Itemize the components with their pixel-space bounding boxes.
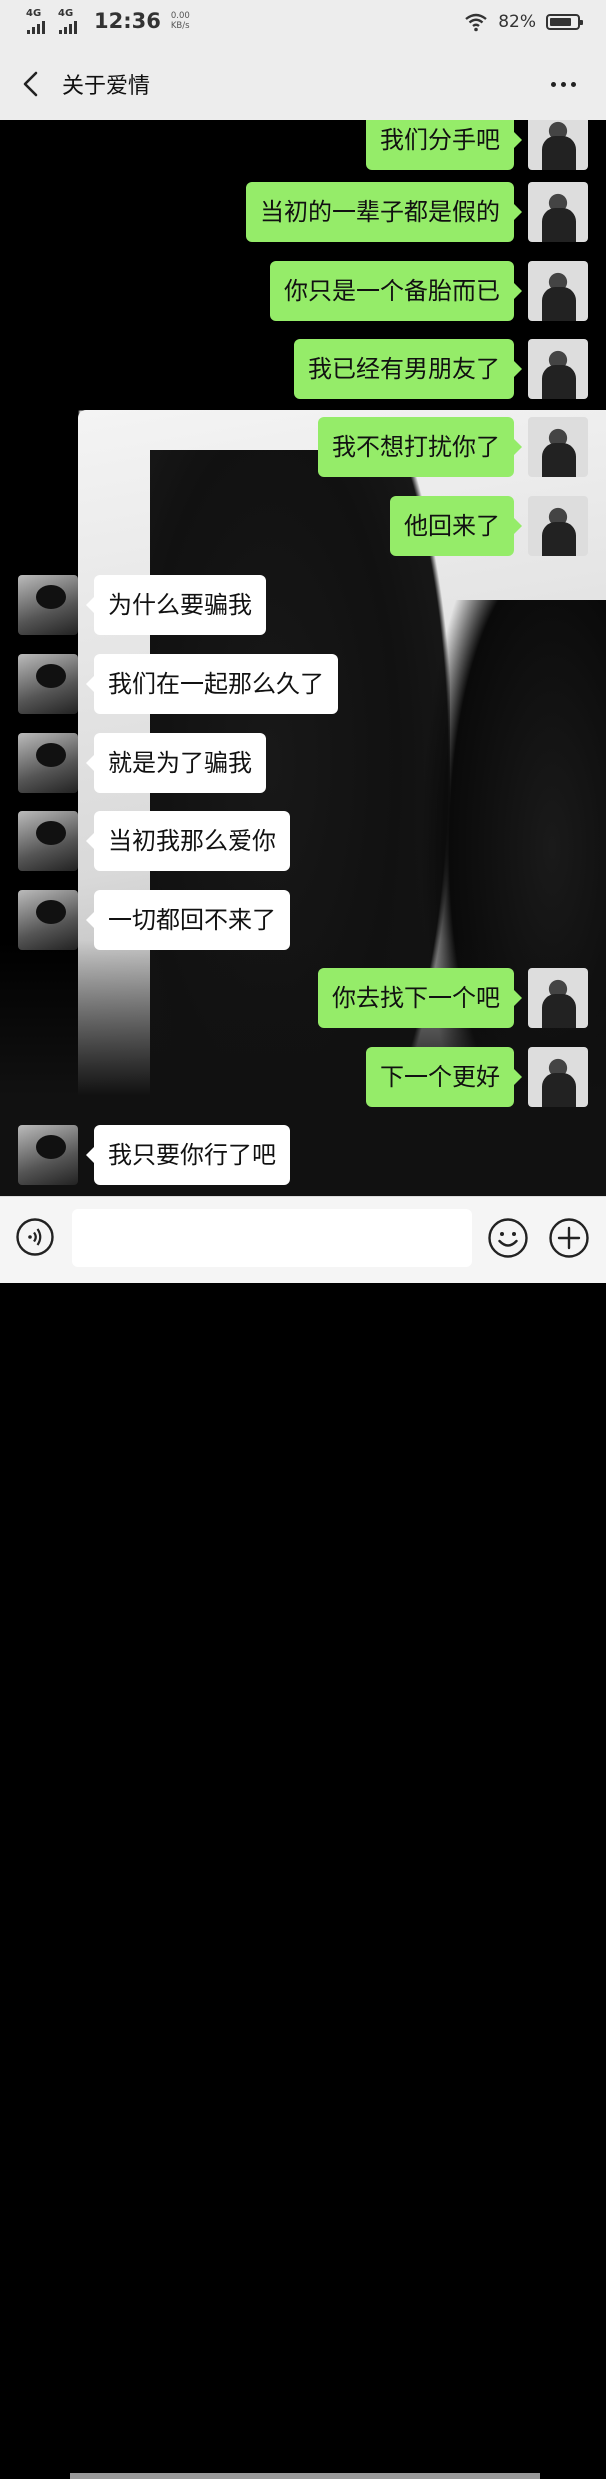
sent-message: 他回来了: [390, 496, 588, 556]
sent-message: 下一个更好: [366, 1047, 588, 1107]
network-speed: 0.00 KB/s: [171, 11, 190, 31]
status-bar-right: 82%: [464, 12, 583, 32]
message-bubble[interactable]: 我们在一起那么久了: [86, 654, 338, 714]
sent-message: 你只是一个备胎而已: [270, 261, 588, 321]
message-bubble[interactable]: 一切都回不来了: [86, 890, 290, 950]
my-avatar[interactable]: [528, 182, 588, 242]
message-bubble[interactable]: 当初的一辈子都是假的: [246, 182, 522, 242]
signal-icon: 4G: [26, 8, 48, 34]
contact-avatar[interactable]: [18, 1125, 78, 1185]
message-bubble[interactable]: 他回来了: [390, 496, 522, 556]
message-bubble[interactable]: 你去找下一个吧: [318, 968, 522, 1028]
contact-avatar[interactable]: [18, 733, 78, 793]
my-avatar[interactable]: [528, 261, 588, 321]
sent-message: 你去找下一个吧: [318, 968, 588, 1028]
signal-label: 4G: [26, 8, 42, 19]
chat-title: 关于爱情: [62, 74, 151, 99]
status-bar-left: 4G 4G 12:36 0.00 KB/s: [26, 8, 190, 34]
message-input[interactable]: [72, 1209, 472, 1267]
wifi-icon: [465, 13, 487, 32]
network-speed-unit: KB/s: [170, 21, 190, 31]
navigation-bar: [70, 2473, 540, 2479]
contact-avatar[interactable]: [18, 654, 78, 714]
signal-label: 4G: [58, 8, 74, 19]
received-message: 就是为了骗我: [18, 733, 266, 793]
contact-avatar[interactable]: [18, 575, 78, 635]
more-options-icon[interactable]: [551, 82, 576, 87]
sent-message: 当初的一辈子都是假的: [246, 182, 588, 242]
message-bubble[interactable]: 当初我那么爱你: [86, 811, 290, 871]
back-arrow-icon[interactable]: [20, 70, 42, 98]
message-bubble[interactable]: 我只要你行了吧: [86, 1125, 290, 1185]
battery-icon: [546, 14, 583, 30]
contact-avatar[interactable]: [18, 890, 78, 950]
received-message: 为什么要骗我: [18, 575, 266, 635]
message-bubble[interactable]: 我们分手吧: [366, 120, 522, 170]
contact-avatar[interactable]: [18, 811, 78, 871]
message-bubble[interactable]: 你只是一个备胎而已: [270, 261, 522, 321]
chat-message-list[interactable]: 我们分手吧当初的一辈子都是假的你只是一个备胎而已我已经有男朋友了我不想打扰你了他…: [0, 120, 606, 1196]
clock: 12:36: [94, 9, 161, 33]
my-avatar[interactable]: [528, 496, 588, 556]
message-bubble[interactable]: 就是为了骗我: [86, 733, 266, 793]
signal-icon: 4G: [58, 8, 80, 34]
sent-message: 我不想打扰你了: [318, 417, 588, 477]
my-avatar[interactable]: [528, 339, 588, 399]
status-bar: 4G 4G 12:36 0.00 KB/s 82%: [0, 0, 606, 48]
my-avatar[interactable]: [528, 1047, 588, 1107]
battery-percent: 82%: [498, 12, 536, 32]
message-bubble[interactable]: 我不想打扰你了: [318, 417, 522, 477]
voice-input-icon[interactable]: [15, 1217, 55, 1257]
received-message: 我只要你行了吧: [18, 1125, 290, 1185]
sent-message: 我已经有男朋友了: [294, 339, 588, 399]
received-message: 当初我那么爱你: [18, 811, 290, 871]
battery-fill: [550, 18, 571, 26]
my-avatar[interactable]: [528, 417, 588, 477]
my-avatar[interactable]: [528, 968, 588, 1028]
sent-message: 我们分手吧: [366, 120, 588, 170]
emoji-icon[interactable]: [487, 1217, 529, 1259]
input-bar: [0, 1196, 606, 2479]
received-message: 一切都回不来了: [18, 890, 290, 950]
plus-icon[interactable]: [548, 1217, 590, 1259]
message-bubble[interactable]: 为什么要骗我: [86, 575, 266, 635]
message-bubble[interactable]: 下一个更好: [366, 1047, 522, 1107]
chat-header: 关于爱情: [0, 48, 606, 120]
message-bubble[interactable]: 我已经有男朋友了: [294, 339, 522, 399]
received-message: 我们在一起那么久了: [18, 654, 338, 714]
network-speed-value: 0.00: [170, 11, 190, 21]
my-avatar[interactable]: [528, 120, 588, 170]
